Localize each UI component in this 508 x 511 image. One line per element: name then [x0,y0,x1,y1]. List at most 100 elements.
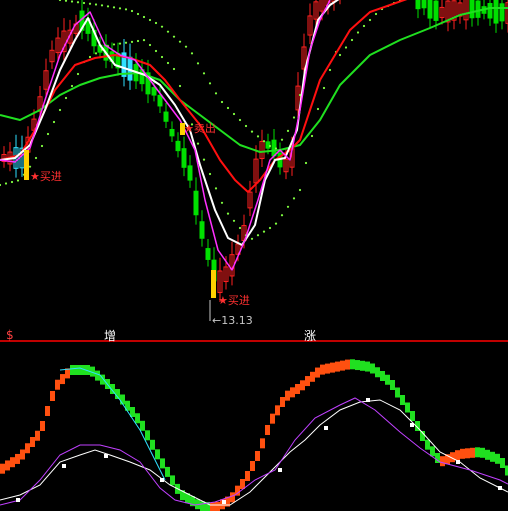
band-dot [250,237,254,240]
band-dot [178,84,182,88]
oscillator-bar [440,456,445,467]
band-dot [178,40,182,43]
band-dot [202,72,206,75]
candle-body [187,165,193,181]
oscillator-bar [290,387,295,398]
candle-body [475,0,481,18]
band-dot [310,134,314,138]
candle-body [205,248,211,260]
oscillator-bar [325,363,330,374]
band-dot [208,82,212,85]
band-dot [250,130,254,133]
oscillator-bar [300,380,305,391]
band-dot [136,12,140,16]
band-dot [136,39,140,43]
band-dot [112,43,116,46]
buy-star-icon: ★ [218,294,228,307]
candle-body [199,221,205,239]
band-dot [238,226,242,230]
panel-label-dollar: $ [6,328,14,342]
oscillator-bar [15,453,20,464]
band-dot [286,129,290,132]
band-dot [166,30,170,33]
band-dot [172,67,176,71]
oscillator-bar [10,457,15,468]
candle-body [175,140,181,152]
band-dot [274,147,278,150]
oscillator-bar [250,461,255,471]
oscillator-bar [30,437,35,447]
band-dot [130,9,134,13]
oscillator-bar [465,448,470,459]
oscillator-bar [155,449,160,460]
band-dot [280,138,284,141]
oscillator-bar [40,421,45,431]
oscillator-bar [20,449,25,460]
oscillator-bar [460,448,465,459]
band-dot [16,179,20,182]
oscillator-bar [165,466,170,477]
band-dot [274,222,278,225]
buy-signal-label: 买进 [227,294,250,307]
band-dot [94,52,98,55]
band-dot [160,55,164,59]
candle-body [487,3,493,19]
oscillator-bar [270,413,275,424]
oscillator-bar [305,376,310,387]
candle-body [265,141,271,149]
band-dot [328,68,332,72]
sell-star-icon: ★ [184,122,194,135]
panel-label-zeng: 增 [104,329,117,343]
oscillator-marker [160,478,164,482]
oscillator-bar [470,447,475,458]
panel-label-zhang: 涨 [304,329,317,343]
oscillator-bar [160,458,165,469]
band-dot [280,214,284,217]
candle-body [499,3,505,22]
band-dot [112,6,116,9]
band-dot [100,4,104,7]
oscillator-bar [390,380,395,390]
low-price-annotation: ←13.13 [212,314,253,327]
band-dot [226,212,230,215]
buy-signal-label: 买进 [39,170,62,183]
band-dot [40,144,44,148]
band-dot [88,2,92,5]
band-dot [292,197,296,200]
oscillator-bar [265,425,270,435]
oscillator-marker [222,500,226,504]
candle-body [493,0,499,24]
band-dot [82,1,86,5]
oscillator-bar [340,360,345,371]
oscillator-marker [498,486,502,490]
oscillator-bar [495,453,500,464]
oscillator-bar [365,361,370,372]
band-dot [148,43,152,47]
band-dot [106,5,110,8]
band-dot [4,182,8,185]
oscillator-bar [360,360,365,371]
band-dot [214,92,218,95]
band-dot [64,96,68,100]
oscillator-bar [315,367,320,378]
band-dot [70,0,74,3]
oscillator-bar [375,367,380,378]
oscillator-bar [335,361,340,372]
oscillator-bar [475,447,480,458]
oscillator-marker [278,468,282,472]
band-dot [262,230,266,233]
candle-body [427,0,433,19]
oscillator-bar [330,362,335,373]
band-dot [124,8,128,11]
oscillator-bar [70,365,75,375]
band-dot [166,61,170,65]
oscillator-bar [5,460,10,471]
oscillator-bar [35,430,40,441]
highlight-candle [211,270,216,298]
oscillator-marker [324,426,328,430]
oscillator-bar [485,449,490,460]
band-dot [142,15,146,19]
band-dot [338,53,342,57]
band-dot [232,112,236,116]
chart-background [0,0,508,511]
